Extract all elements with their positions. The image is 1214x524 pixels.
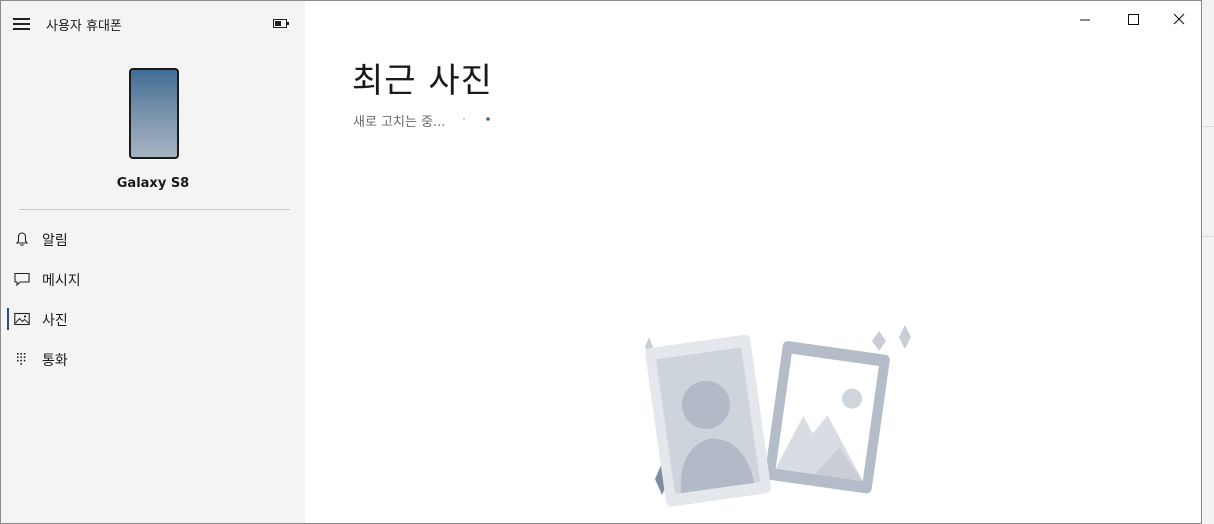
close-button[interactable] (1156, 1, 1201, 37)
background-window-edge (1202, 0, 1214, 524)
sidebar-item-photos[interactable]: 사진 (1, 299, 305, 339)
sidebar: 사용자 휴대폰 Galaxy S8 알림 메시지 사진 통화 (1, 1, 305, 523)
status-text: 새로 고치는 중... (353, 115, 446, 130)
sidebar-item-notifications[interactable]: 알림 (1, 219, 305, 259)
app-title: 사용자 휴대폰 (46, 19, 122, 34)
minimize-icon (1080, 19, 1090, 21)
chat-icon (14, 272, 30, 287)
hamburger-menu-icon[interactable] (13, 18, 30, 30)
active-indicator (7, 308, 9, 330)
sidebar-item-label: 알림 (42, 233, 68, 249)
sidebar-item-label: 사진 (42, 313, 68, 329)
empty-photos-illustration-icon (645, 325, 911, 507)
photo-icon (14, 312, 30, 326)
sidebar-item-label: 메시지 (42, 273, 81, 289)
loading-dots-icon (463, 117, 490, 121)
close-icon (1173, 13, 1185, 25)
sidebar-item-label: 통화 (42, 353, 68, 369)
bell-icon (15, 232, 29, 246)
dialpad-icon (17, 353, 26, 365)
app-window: 사용자 휴대폰 Galaxy S8 알림 메시지 사진 통화 최근 사진 새로 … (0, 0, 1202, 524)
maximize-icon (1128, 14, 1139, 25)
maximize-button[interactable] (1110, 1, 1156, 37)
sidebar-header: 사용자 휴대폰 (1, 1, 305, 45)
main-content: 최근 사진 새로 고치는 중... (305, 1, 1201, 523)
phone-image (129, 68, 179, 159)
sidebar-item-messages[interactable]: 메시지 (1, 259, 305, 299)
sidebar-divider (19, 209, 290, 210)
sidebar-item-calls[interactable]: 통화 (1, 339, 305, 379)
device-name: Galaxy S8 (116, 176, 190, 191)
page-title: 최근 사진 (352, 61, 493, 101)
battery-icon (273, 19, 289, 28)
minimize-button[interactable] (1062, 1, 1108, 37)
